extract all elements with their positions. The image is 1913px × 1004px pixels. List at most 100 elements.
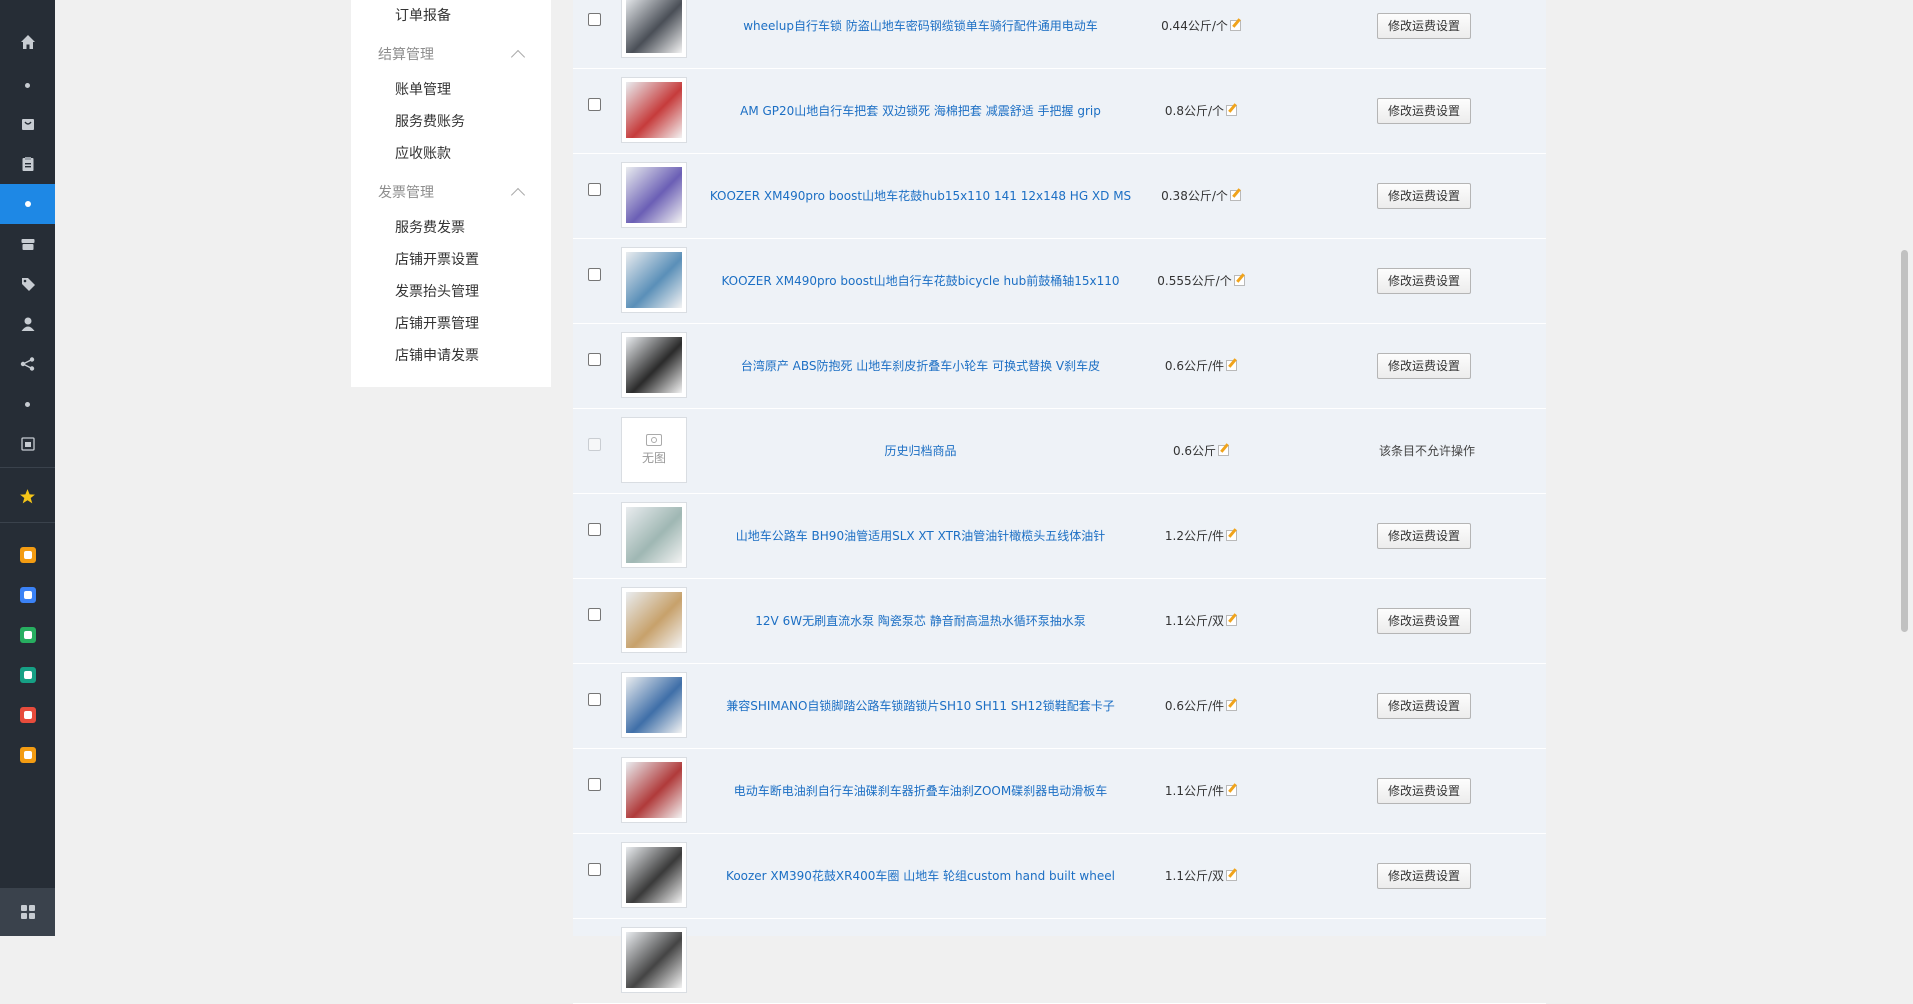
row-checkbox[interactable] [588, 863, 601, 876]
edit-icon[interactable] [1226, 700, 1238, 711]
chevron-up-icon[interactable] [510, 49, 526, 65]
menu-item-store-apply-invoice[interactable]: 店铺申请发票 [395, 346, 479, 366]
menu-item-invoice-title-management[interactable]: 发票抬头管理 [395, 282, 479, 302]
product-thumbnail[interactable] [621, 247, 687, 313]
row-checkbox[interactable] [588, 268, 601, 281]
product-name-link[interactable]: 兼容SHIMANO自锁脚踏公路车锁踏锁片SH10 SH11 SH12锁鞋配套卡子 [713, 663, 1128, 748]
modify-shipping-settings-button[interactable]: 修改运费设置 [1377, 522, 1472, 549]
row-checkbox[interactable] [588, 98, 601, 111]
menu-group-invoice[interactable]: 发票管理 [378, 182, 527, 203]
product-weight: 0.6公斤/件 [1141, 663, 1261, 748]
product-image [626, 932, 682, 988]
edit-icon[interactable] [1218, 445, 1230, 456]
product-name-link[interactable]: 电动车断电油刹自行车油碟刹车器折叠车油刹ZOOM碟刹器电动滑板车 [713, 748, 1128, 833]
product-name-link[interactable]: 12V 6W无刷直流水泵 陶瓷泵芯 静音耐高温热水循环泵抽水泵 [713, 578, 1128, 663]
mail-app-icon[interactable] [0, 575, 55, 615]
grid-icon[interactable] [0, 888, 55, 936]
product-thumbnail[interactable] [621, 0, 687, 58]
menu-item-bills[interactable]: 账单管理 [395, 80, 451, 100]
product-weight: 1.1公斤/双 [1141, 833, 1261, 918]
clipboard-icon[interactable] [0, 144, 55, 184]
modify-shipping-settings-button[interactable]: 修改运费设置 [1377, 12, 1472, 39]
product-image [626, 252, 682, 308]
scale-app-icon[interactable] [0, 535, 55, 575]
edit-icon[interactable] [1226, 105, 1238, 116]
row-checkbox[interactable] [588, 608, 601, 621]
chart-app-icon[interactable] [0, 695, 55, 735]
menu-item-order-report[interactable]: 订单报备 [395, 6, 451, 26]
store-icon[interactable] [0, 224, 55, 264]
product-thumbnail[interactable] [621, 162, 687, 228]
product-thumbnail[interactable] [621, 672, 687, 738]
row-checkbox[interactable] [588, 183, 601, 196]
secondary-menu: 订单报备 结算管理 账单管理 服务费账务 应收账款 发票管理 服务费发票 店铺开… [351, 0, 551, 387]
product-thumbnail[interactable] [621, 332, 687, 398]
tag-icon[interactable] [0, 264, 55, 304]
modify-shipping-settings-button[interactable]: 修改运费设置 [1377, 267, 1472, 294]
product-thumbnail[interactable] [621, 927, 687, 993]
table-row: 电动车断电油刹自行车油碟刹车器折叠车油刹ZOOM碟刹器电动滑板车 1.1公斤/件 修… [573, 748, 1546, 834]
weight-value: 0.38公斤/个 [1161, 189, 1228, 203]
modify-shipping-settings-button[interactable]: 修改运费设置 [1377, 97, 1472, 124]
product-thumbnail[interactable] [621, 757, 687, 823]
edit-icon[interactable] [1233, 275, 1245, 286]
menu-group-settlement[interactable]: 结算管理 [378, 44, 527, 65]
menu-item-receivables[interactable]: 应收账款 [395, 144, 451, 164]
product-name-link[interactable]: 历史归档商品 [713, 408, 1128, 493]
edit-icon[interactable] [1229, 190, 1241, 201]
share-icon[interactable] [0, 344, 55, 384]
shield-app-icon[interactable] [0, 615, 55, 655]
modify-shipping-settings-button[interactable]: 修改运费设置 [1377, 777, 1472, 804]
scrollbar-thumb[interactable] [1901, 250, 1908, 632]
compass-app-icon[interactable] [0, 735, 55, 775]
modify-shipping-settings-button[interactable]: 修改运费设置 [1377, 607, 1472, 634]
menu-item-service-fee-accounts[interactable]: 服务费账务 [395, 112, 465, 132]
person-app-icon[interactable] [0, 655, 55, 695]
row-checkbox[interactable] [588, 13, 601, 26]
product-name-link[interactable]: 山地车公路车 BH90油管适用SLX XT XTR油管油针橄榄头五线体油针 [713, 493, 1128, 578]
row-checkbox[interactable] [588, 353, 601, 366]
product-name-link[interactable]: 台湾原产 ABS防抱死 山地车刹皮折叠车小轮车 可换式替换 V刹车皮 [713, 323, 1128, 408]
dot-icon[interactable] [0, 184, 55, 224]
edit-icon[interactable] [1226, 360, 1238, 371]
row-checkbox[interactable] [588, 523, 601, 536]
product-image [626, 167, 682, 223]
edit-icon[interactable] [1226, 615, 1238, 626]
home-icon[interactable] [0, 22, 55, 62]
dot-icon[interactable] [0, 65, 55, 105]
product-weight: 1.1公斤/双 [1141, 578, 1261, 663]
row-checkbox[interactable] [588, 778, 601, 791]
modify-shipping-settings-button[interactable]: 修改运费设置 [1377, 862, 1472, 889]
product-name-link[interactable]: KOOZER XM490pro boost山地自行车花鼓bicycle hub前… [713, 238, 1128, 323]
edit-icon[interactable] [1226, 530, 1238, 541]
bag-icon[interactable] [0, 104, 55, 144]
modify-shipping-settings-button[interactable]: 修改运费设置 [1377, 182, 1472, 209]
product-thumbnail[interactable] [621, 842, 687, 908]
row-actions: 修改运费设置 [1377, 493, 1497, 578]
product-name-link[interactable]: Koozer XM390花鼓XR400车圈 山地车 轮组custom hand … [713, 833, 1128, 918]
edit-icon[interactable] [1226, 785, 1238, 796]
product-name-link[interactable]: AM GP20山地自行车把套 双边锁死 海棉把套 减震舒适 手把握 grip [713, 68, 1128, 153]
product-name-link[interactable]: wheelup自行车锁 防盗山地车密码钢缆锁单车骑行配件通用电动车 [713, 0, 1128, 68]
no-operation-text: 该条目不允许操作 [1379, 444, 1476, 458]
dot-icon[interactable] [0, 384, 55, 424]
menu-item-service-fee-invoice[interactable]: 服务费发票 [395, 218, 465, 238]
page-scrollbar[interactable] [1896, 0, 1913, 936]
menu-item-store-invoice-management[interactable]: 店铺开票管理 [395, 314, 479, 334]
product-thumbnail[interactable] [621, 77, 687, 143]
product-thumbnail[interactable] [621, 502, 687, 568]
user-icon[interactable] [0, 304, 55, 344]
chevron-up-icon[interactable] [510, 187, 526, 203]
box-icon[interactable] [0, 424, 55, 464]
edit-icon[interactable] [1226, 870, 1238, 881]
product-thumbnail[interactable] [621, 587, 687, 653]
weight-value: 0.44公斤/个 [1161, 19, 1228, 33]
menu-item-store-invoice-settings[interactable]: 店铺开票设置 [395, 250, 479, 270]
product-thumbnail[interactable]: 无图 [621, 417, 687, 483]
edit-icon[interactable] [1229, 20, 1241, 31]
row-checkbox[interactable] [588, 693, 601, 706]
modify-shipping-settings-button[interactable]: 修改运费设置 [1377, 692, 1472, 719]
product-name-link[interactable]: KOOZER XM490pro boost山地车花鼓hub15x110 141 … [710, 153, 1131, 238]
star-icon[interactable] [0, 476, 55, 516]
modify-shipping-settings-button[interactable]: 修改运费设置 [1377, 352, 1472, 379]
